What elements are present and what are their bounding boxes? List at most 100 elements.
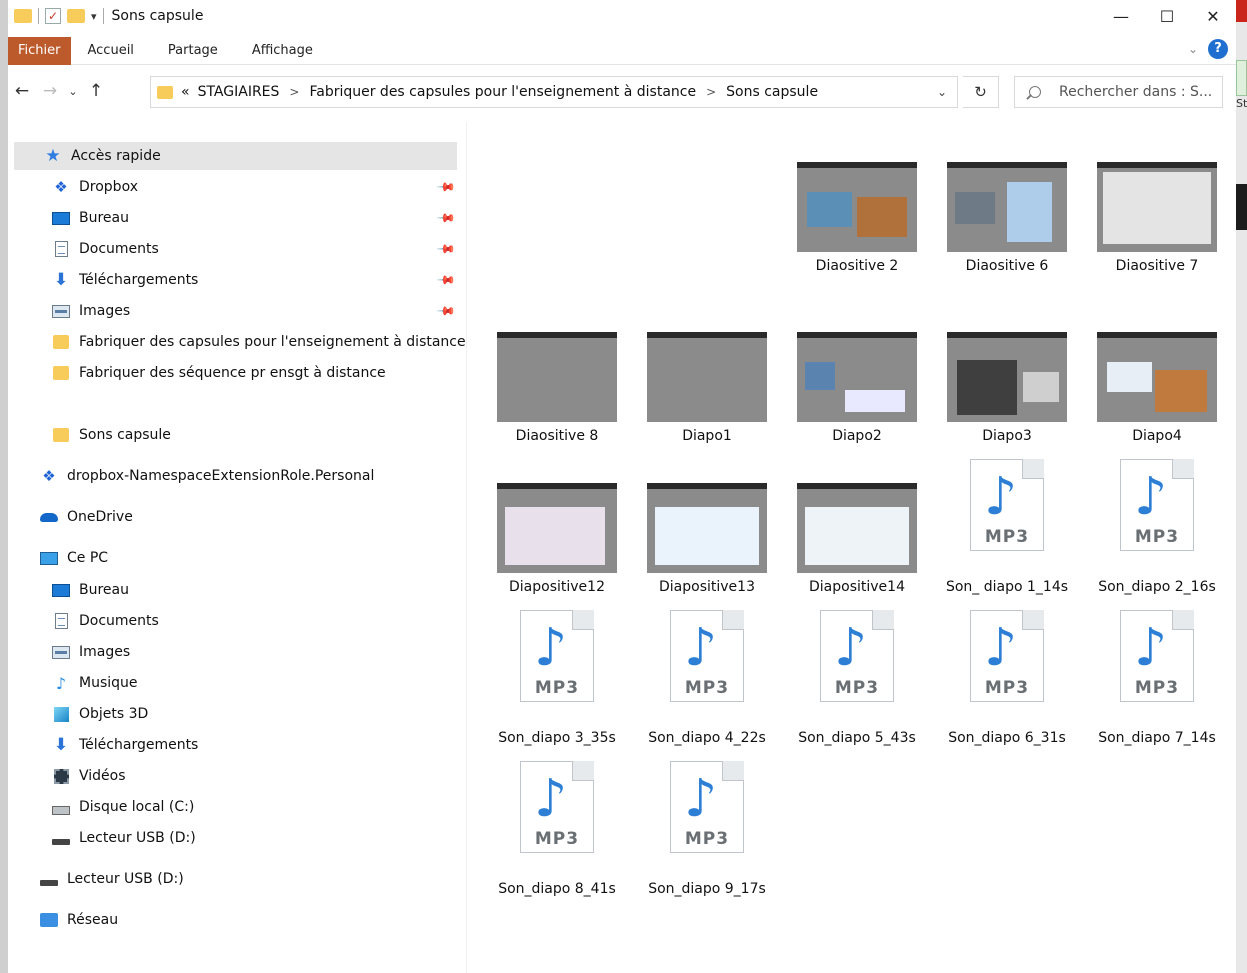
- nav-images[interactable]: Images 📌: [52, 297, 457, 325]
- tab-affichage[interactable]: Affichage: [235, 37, 330, 65]
- mp3-file-icon: ♪ MP3: [1120, 459, 1194, 551]
- nav-label: Musique: [79, 675, 138, 691]
- file-item[interactable]: ♪ MP3 Son_diapo 3_35s: [482, 610, 632, 750]
- breadcrumb-fabriquer[interactable]: Fabriquer des capsules pour l'enseigneme…: [309, 84, 696, 100]
- file-item[interactable]: Diapo3: [932, 332, 1082, 452]
- nav-documents[interactable]: Documents 📌: [52, 235, 457, 263]
- nav-pc-images[interactable]: Images: [52, 638, 130, 666]
- folder-icon: [53, 366, 69, 380]
- file-item[interactable]: Diapositive12: [482, 483, 632, 603]
- expand-ribbon-icon[interactable]: ⌄: [1188, 42, 1198, 56]
- refresh-button[interactable]: ↻: [963, 76, 999, 108]
- nav-label: Vidéos: [79, 768, 126, 784]
- usb-drive-icon: [52, 839, 70, 845]
- tab-accueil[interactable]: Accueil: [71, 37, 151, 65]
- nav-lecteur-usb-root[interactable]: Lecteur USB (D:): [40, 865, 184, 893]
- ribbon-right: ⌄ ?: [1188, 39, 1228, 59]
- file-item[interactable]: Diaositive 8: [482, 332, 632, 452]
- desktop-icon: [52, 583, 70, 597]
- nav-ce-pc[interactable]: Ce PC: [40, 544, 108, 572]
- file-item[interactable]: ♪ MP3 Son_ diapo 1_14s: [932, 459, 1082, 599]
- nav-dropbox[interactable]: ❖ Dropbox 📌: [52, 173, 456, 201]
- up-arrow-icon[interactable]: ↑: [82, 81, 110, 101]
- nav-folder-fabriquer-sequence[interactable]: Fabriquer des séquence pr ensgt à distan…: [52, 359, 386, 387]
- tab-fichier[interactable]: Fichier: [8, 36, 71, 65]
- file-item[interactable]: Diapositive14: [782, 483, 932, 603]
- slide-thumbnail: [647, 332, 767, 422]
- file-item[interactable]: Diaositive 7: [1082, 162, 1232, 282]
- address-dropdown-icon[interactable]: ⌄: [937, 85, 947, 99]
- nav-pc-bureau[interactable]: Bureau: [52, 576, 129, 604]
- close-button[interactable]: ✕: [1190, 0, 1236, 32]
- maximize-button[interactable]: ☐: [1144, 0, 1190, 32]
- file-name: Son_diapo 5_43s: [798, 730, 916, 746]
- file-item[interactable]: Diapositive13: [632, 483, 782, 603]
- nav-bureau[interactable]: Bureau 📌: [52, 204, 457, 232]
- pin-icon[interactable]: 📌: [436, 177, 456, 197]
- pin-icon[interactable]: 📌: [436, 208, 456, 228]
- file-item[interactable]: ♪ MP3 Son_diapo 4_22s: [632, 610, 782, 750]
- nav-quick-access[interactable]: ★ Accès rapide: [14, 142, 457, 170]
- new-folder-icon[interactable]: [67, 9, 85, 23]
- file-name: Diapo4: [1132, 428, 1182, 444]
- file-item[interactable]: Diaositive 6: [932, 162, 1082, 282]
- nav-reseau[interactable]: Réseau: [40, 906, 118, 934]
- file-item[interactable]: Diaositive 2: [782, 162, 932, 282]
- nav-label: Téléchargements: [79, 272, 199, 288]
- nav-label: Disque local (C:): [79, 799, 195, 815]
- breadcrumb-sons-capsule[interactable]: Sons capsule: [726, 84, 818, 100]
- nav-pc-documents[interactable]: Documents: [52, 607, 159, 635]
- nav-pc-telechargements[interactable]: ⬇ Téléchargements: [52, 731, 198, 759]
- breadcrumb-separator-icon[interactable]: >: [706, 85, 716, 99]
- file-item[interactable]: ♪ MP3 Son_diapo 6_31s: [932, 610, 1082, 750]
- pin-icon[interactable]: 📌: [436, 301, 456, 321]
- forward-arrow-icon[interactable]: →: [36, 81, 64, 101]
- search-box[interactable]: Rechercher dans : S...: [1014, 76, 1223, 108]
- nav-telechargements[interactable]: ⬇ Téléchargements 📌: [52, 266, 457, 294]
- nav-label: Accès rapide: [71, 148, 161, 164]
- nav-folder-sons-capsule[interactable]: Sons capsule: [52, 421, 171, 449]
- help-icon[interactable]: ?: [1208, 39, 1228, 59]
- folder-icon[interactable]: [14, 9, 32, 23]
- properties-icon[interactable]: ✓: [45, 8, 61, 24]
- nav-label: Documents: [79, 241, 159, 257]
- address-bar[interactable]: « STAGIAIRES > Fabriquer des capsules po…: [150, 76, 958, 108]
- window-title: Sons capsule: [111, 8, 204, 24]
- nav-pc-lecteur-usb[interactable]: Lecteur USB (D:): [52, 824, 196, 852]
- file-item[interactable]: ♪ MP3 Son_diapo 9_17s: [632, 761, 782, 901]
- nav-label: Lecteur USB (D:): [79, 830, 196, 846]
- nav-dropbox-namespace[interactable]: ❖ dropbox-NamespaceExtensionRole.Persona…: [40, 462, 374, 490]
- file-item[interactable]: ♪ MP3 Son_diapo 5_43s: [782, 610, 932, 750]
- background-window-edge: [1236, 60, 1247, 96]
- documents-icon: [54, 241, 68, 257]
- nav-label: Images: [79, 644, 131, 660]
- star-icon: ★: [45, 146, 61, 166]
- file-item[interactable]: ♪ MP3 Son_diapo 7_14s: [1082, 610, 1232, 750]
- nav-pc-disque-local[interactable]: Disque local (C:): [52, 793, 194, 821]
- recent-locations-icon[interactable]: ⌄: [64, 85, 82, 98]
- breadcrumb-overflow[interactable]: «: [181, 84, 190, 100]
- file-item[interactable]: Diapo2: [782, 332, 932, 452]
- file-item[interactable]: Diapo4: [1082, 332, 1232, 452]
- nav-label: Réseau: [67, 912, 119, 928]
- file-item[interactable]: ♪ MP3 Son_diapo 8_41s: [482, 761, 632, 901]
- breadcrumb-separator-icon[interactable]: >: [289, 85, 299, 99]
- nav-label: Bureau: [79, 210, 129, 226]
- nav-pc-musique[interactable]: ♪ Musique: [52, 669, 138, 697]
- nav-pc-objets-3d[interactable]: Objets 3D: [52, 700, 148, 728]
- mp3-file-icon: ♪ MP3: [970, 459, 1044, 551]
- pin-icon[interactable]: 📌: [436, 270, 456, 290]
- file-item[interactable]: Diapo1: [632, 332, 782, 452]
- onedrive-cloud-icon: [40, 512, 58, 522]
- nav-folder-fabriquer-capsules[interactable]: Fabriquer des capsules pour l'enseigneme…: [52, 328, 466, 356]
- nav-onedrive[interactable]: OneDrive: [40, 503, 133, 531]
- back-arrow-icon[interactable]: ←: [8, 81, 36, 101]
- nav-pc-videos[interactable]: Vidéos: [52, 762, 126, 790]
- minimize-button[interactable]: —: [1098, 0, 1144, 32]
- pin-icon[interactable]: 📌: [436, 239, 456, 259]
- customize-toolbar-icon[interactable]: ▾: [91, 10, 97, 23]
- tab-partage[interactable]: Partage: [151, 37, 235, 65]
- file-item[interactable]: ♪ MP3 Son_diapo 2_16s: [1082, 459, 1232, 599]
- breadcrumb-stagiaires[interactable]: STAGIAIRES: [198, 84, 280, 100]
- nav-label: Dropbox: [79, 179, 138, 195]
